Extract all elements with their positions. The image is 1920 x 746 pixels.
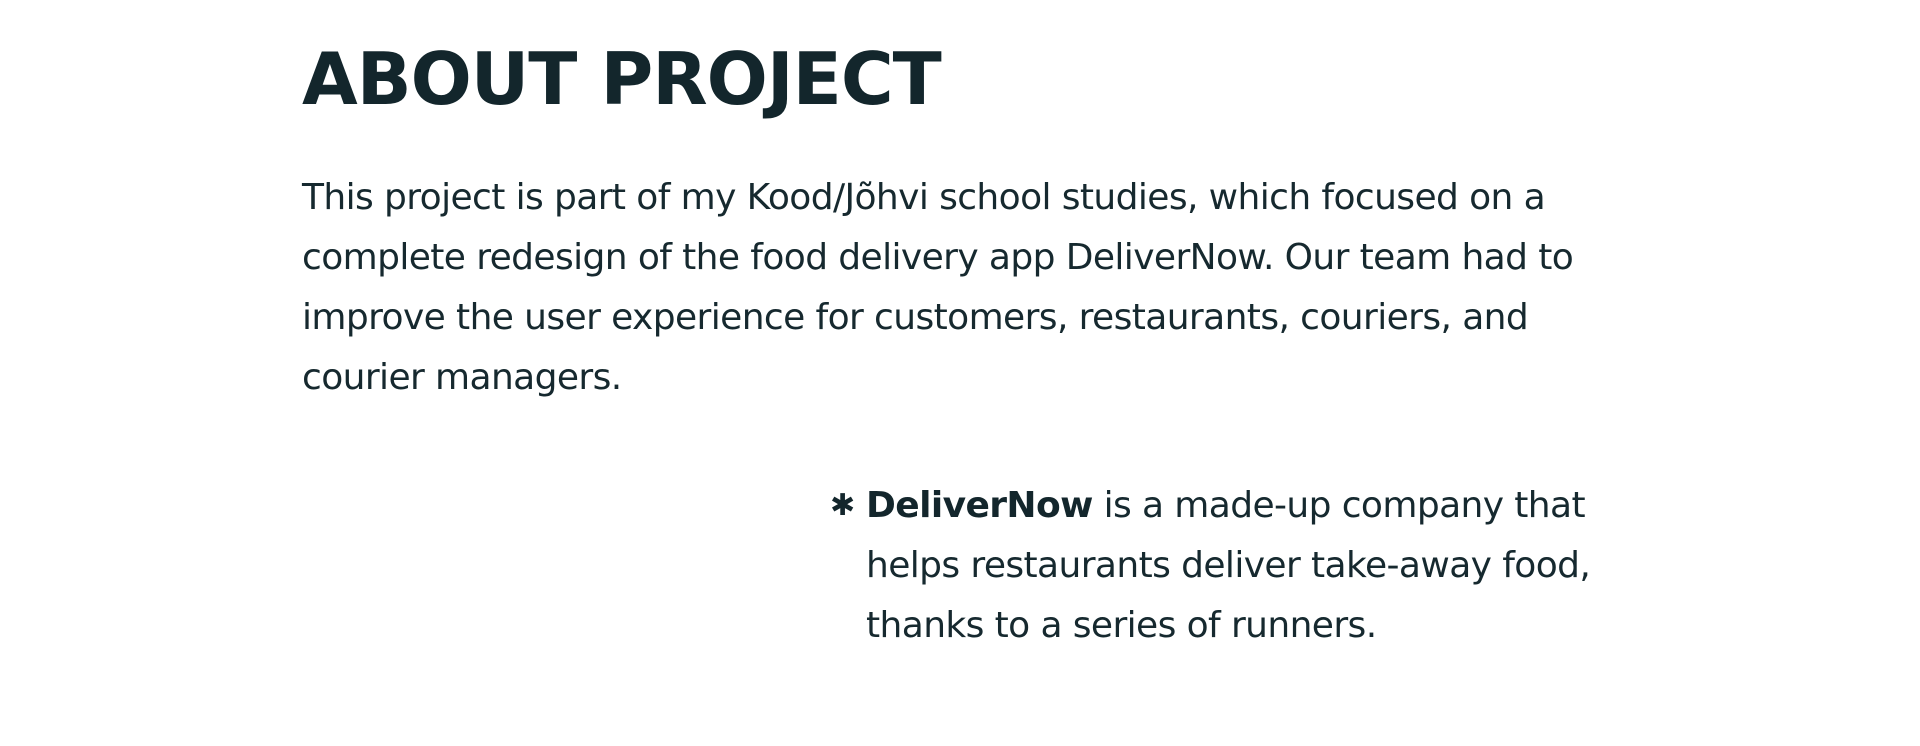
footnote-text: DeliverNow is a made-up company that hel… bbox=[866, 476, 1630, 656]
page-title: ABOUT PROJECT bbox=[302, 37, 942, 121]
asterisk-icon: ✱ bbox=[830, 488, 856, 523]
footnote: ✱ DeliverNow is a made-up company that h… bbox=[830, 476, 1630, 656]
about-project-section: ABOUT PROJECT This project is part of my… bbox=[302, 0, 1632, 746]
project-description: This project is part of my Kood/Jõhvi sc… bbox=[302, 177, 1574, 398]
company-name: DeliverNow bbox=[866, 485, 1093, 526]
